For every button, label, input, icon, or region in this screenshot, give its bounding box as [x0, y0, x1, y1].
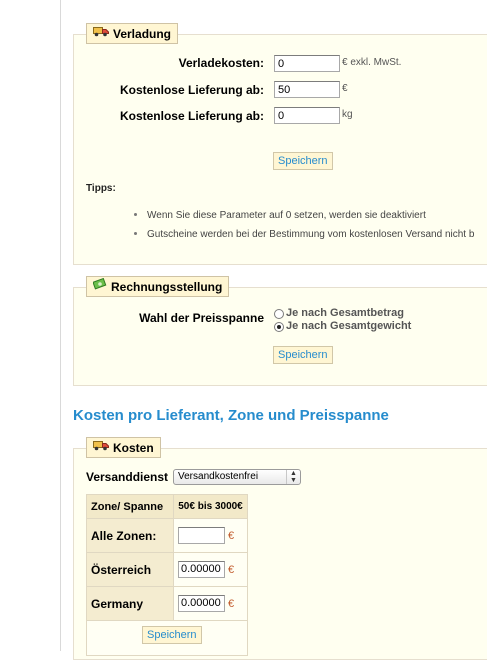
zone-price-input[interactable]: 0.00000: [178, 561, 225, 578]
zone-name: Germany: [86, 586, 174, 621]
truck-icon: [93, 437, 109, 458]
zone-name: Alle Zonen:: [86, 518, 174, 553]
free-shipping-weight-input[interactable]: [274, 107, 340, 124]
table-header-row: Zone/ Spanne 50€ bis 3000€: [86, 494, 248, 519]
table-row: Österreich 0.00000 €: [86, 552, 248, 587]
radio-gesamtbetrag-label: Je nach Gesamtbetrag: [286, 307, 404, 319]
zone-value-cell: €: [173, 518, 248, 553]
zone-value-cell: 0.00000 €: [173, 552, 248, 587]
section-heading: Kosten pro Lieferant, Zone und Preisspan…: [73, 407, 389, 424]
euro-sign: €: [228, 529, 235, 542]
free-shipping-weight-label: Kostenlose Lieferung ab:: [119, 109, 264, 123]
carrier-select[interactable]: Versandkostenfrei ▲ ▼: [173, 469, 301, 485]
preisspanne-label: Wahl der Preisspanne: [139, 311, 264, 325]
select-arrows-icon: ▲ ▼: [286, 470, 300, 484]
table-row: Alle Zonen: €: [86, 518, 248, 553]
tips-label: Tipps:: [86, 183, 116, 194]
euro-sign: €: [228, 597, 235, 610]
zone-name: Österreich: [86, 552, 174, 587]
kosten-legend-label: Kosten: [113, 441, 154, 455]
kosten-save-button[interactable]: Speichern: [142, 626, 202, 644]
truck-icon: [93, 23, 109, 44]
verladung-save-button[interactable]: Speichern: [273, 152, 333, 170]
header-range: 50€ bis 3000€: [173, 494, 248, 519]
tip-text: Gutscheine werden bei der Bestimmung vom…: [147, 229, 475, 240]
zone-price-input[interactable]: 0.00000: [178, 595, 225, 612]
radio-gesamtgewicht-label: Je nach Gesamtgewicht: [286, 320, 412, 332]
free-shipping-price-label: Kostenlose Lieferung ab:: [119, 83, 264, 97]
rechnung-save-button[interactable]: Speichern: [273, 346, 333, 364]
verladung-legend: Verladung: [86, 23, 179, 44]
rechnung-fieldset: [73, 287, 487, 386]
zone-price-input[interactable]: [178, 527, 225, 544]
euro-sign: €: [228, 563, 235, 576]
radio-gesamtgewicht[interactable]: [274, 322, 284, 332]
verladekosten-label: Verladekosten:: [178, 56, 264, 70]
left-divider: [60, 0, 61, 651]
carrier-label: Versanddienst: [86, 470, 169, 484]
tip-item: Wenn Sie diese Parameter auf 0 setzen, w…: [134, 210, 426, 221]
verladekosten-input[interactable]: [274, 55, 340, 72]
free-shipping-weight-unit: kg: [342, 109, 353, 120]
radio-gesamtbetrag[interactable]: [274, 309, 284, 319]
tip-text: Wenn Sie diese Parameter auf 0 setzen, w…: [147, 210, 426, 221]
header-zone: Zone/ Spanne: [86, 494, 174, 519]
carrier-select-value: Versandkostenfrei: [178, 471, 259, 482]
table-row: Germany 0.00000 €: [86, 586, 248, 621]
verladekosten-unit: € exkl. MwSt.: [342, 57, 402, 68]
rechnung-legend: Rechnungsstellung: [86, 276, 230, 297]
money-icon: [92, 276, 107, 297]
free-shipping-price-input[interactable]: [274, 81, 340, 98]
kosten-legend: Kosten: [86, 437, 161, 458]
zone-value-cell: 0.00000 €: [173, 586, 248, 621]
tip-item: Gutscheine werden bei der Bestimmung vom…: [134, 229, 486, 240]
verladung-legend-label: Verladung: [113, 27, 172, 41]
free-shipping-price-unit: €: [342, 83, 348, 94]
rechnung-legend-label: Rechnungsstellung: [111, 280, 223, 294]
